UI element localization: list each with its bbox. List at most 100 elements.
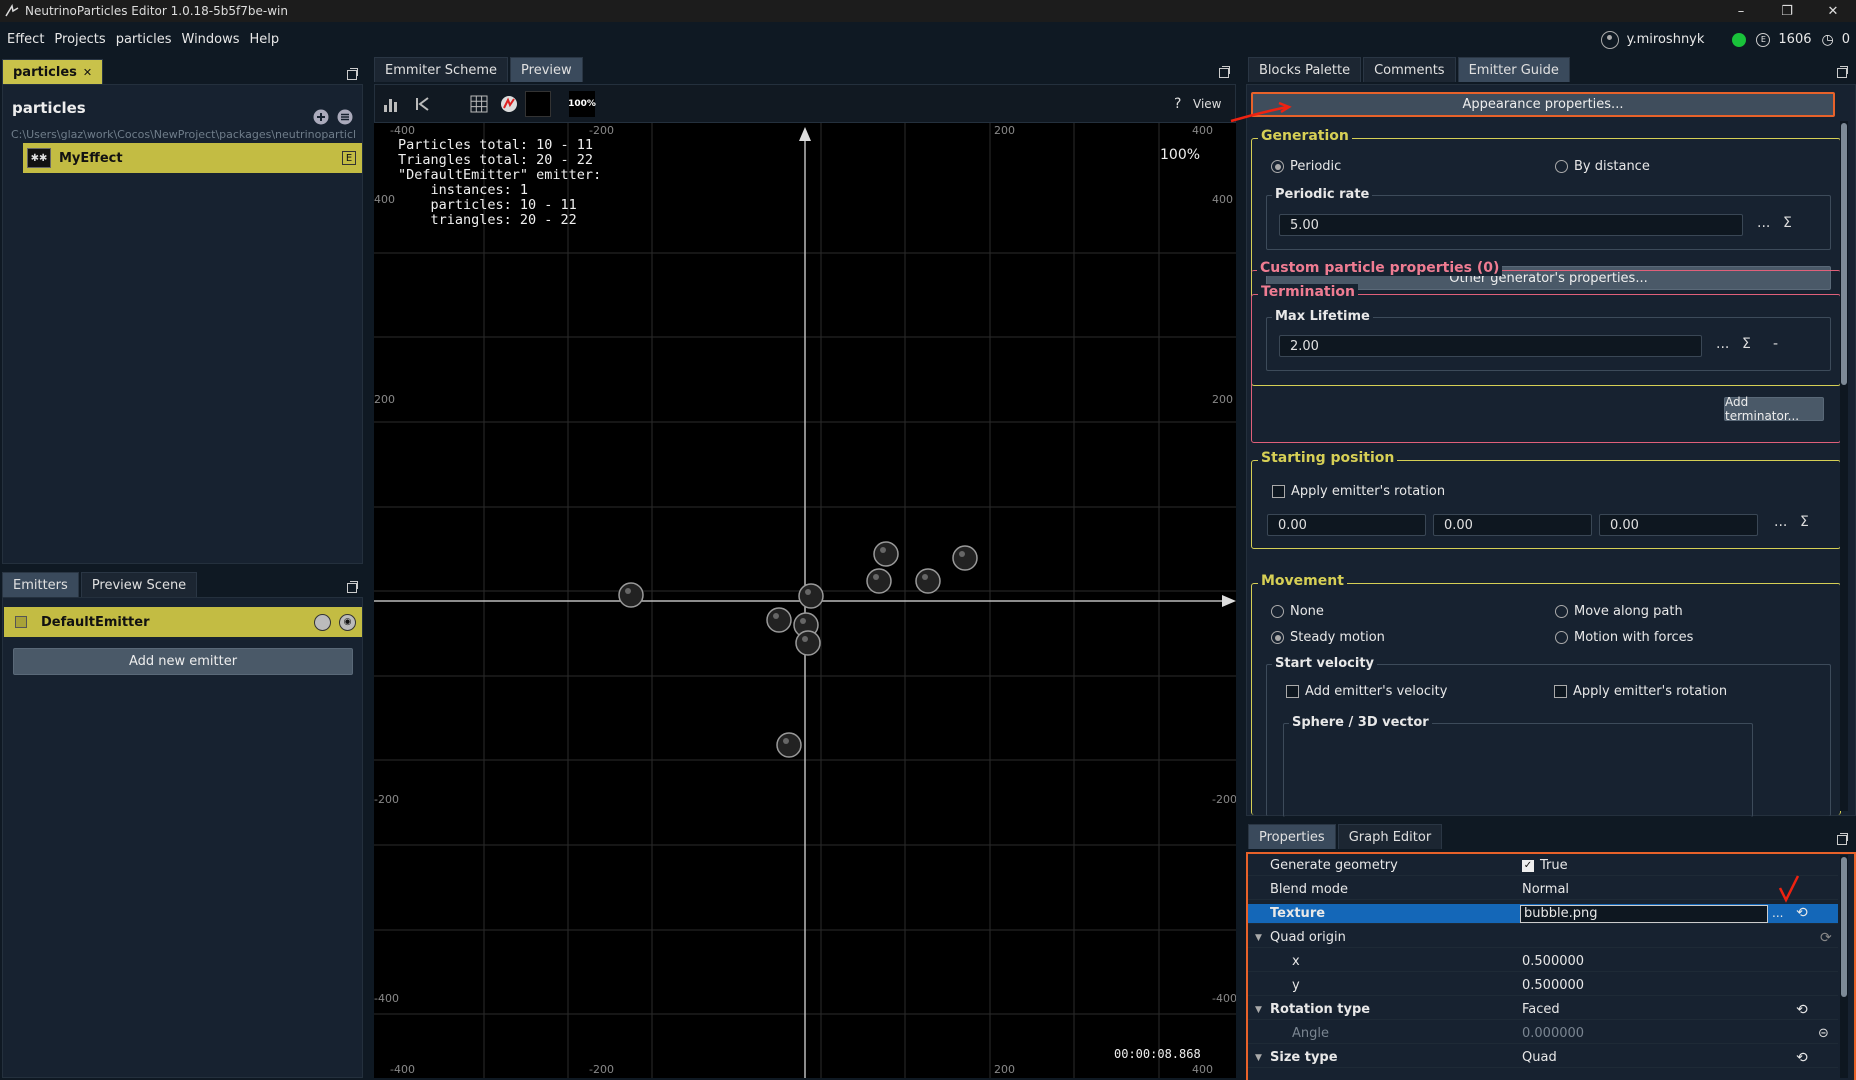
effect-row[interactable]: ✱✱ MyEffect E [23, 143, 362, 173]
properties-scrollbar[interactable] [1840, 855, 1848, 1078]
close-button[interactable]: ✕ [1810, 0, 1856, 22]
add-emitter-button[interactable]: Add new emitter [13, 648, 353, 675]
restart-icon[interactable] [409, 91, 435, 117]
properties-scrollbar-thumb[interactable] [1841, 857, 1847, 997]
tab-comments[interactable]: Comments [1363, 57, 1456, 82]
tab-properties[interactable]: Properties [1248, 824, 1336, 849]
tab-emitter-guide[interactable]: Emitter Guide [1457, 57, 1570, 82]
prop-row[interactable]: Blend mode Normal [1248, 880, 1838, 900]
tab-blocks-palette[interactable]: Blocks Palette [1248, 57, 1362, 82]
chevron-down-icon[interactable]: ▼ [1255, 1053, 1262, 1063]
start-x-input[interactable]: 0.00 [1267, 514, 1426, 536]
view-button[interactable]: View [1193, 97, 1221, 111]
float-panel-icon[interactable] [347, 581, 358, 593]
max-lifetime-input[interactable]: 2.00 [1279, 335, 1702, 357]
preview-viewport[interactable]: -400 -200 200 400 -400 -200 200 400 400 … [374, 123, 1236, 1078]
rate-sum-icon[interactable]: Σ [1783, 215, 1792, 231]
periodic-radio[interactable]: Periodic [1271, 159, 1341, 174]
menu-help[interactable]: Help [245, 22, 285, 57]
prop-value[interactable]: 0.000000 [1522, 1026, 1584, 1041]
menu-windows[interactable]: Windows [177, 22, 245, 57]
emitter-row[interactable]: DefaultEmitter ◉ [4, 607, 362, 637]
tab-emitters[interactable]: Emitters [2, 572, 79, 597]
prop-row[interactable]: Angle 0.000000 ⊝ [1248, 1024, 1838, 1044]
menu-icon[interactable] [337, 109, 353, 125]
prop-row[interactable]: x 0.500000 [1248, 952, 1838, 972]
project-path: C:\Users\glaz\work\Cocos\NewProject\pack… [11, 128, 356, 141]
emitter-checkbox[interactable] [15, 616, 27, 628]
reset-icon[interactable]: ⟲ [1796, 1002, 1808, 1018]
background-color-icon[interactable] [525, 91, 551, 117]
custom-properties-title[interactable]: Custom particle properties (0) [1257, 260, 1503, 276]
texture-input[interactable]: bubble.png [1520, 905, 1768, 923]
rate-more-button[interactable]: ... [1757, 215, 1770, 231]
reset-icon[interactable]: ⟳ [1820, 930, 1832, 946]
by-distance-radio[interactable]: By distance [1555, 159, 1650, 174]
prop-row[interactable]: ▼ Rotation type Faced ⟲ [1248, 1000, 1838, 1020]
menu-particles[interactable]: particles [111, 22, 177, 57]
float-panel-icon[interactable] [347, 68, 358, 80]
guide-scrollbar-thumb[interactable] [1841, 123, 1847, 385]
periodic-rate-input[interactable]: 5.00 [1279, 214, 1743, 236]
minimize-button[interactable]: – [1718, 0, 1764, 22]
prop-value[interactable]: Faced [1522, 1002, 1560, 1017]
none-radio[interactable]: None [1271, 604, 1324, 619]
float-panel-icon[interactable] [1837, 833, 1848, 845]
help-icon[interactable]: ? [1174, 96, 1181, 112]
user-name[interactable]: y.miroshnyk [1627, 32, 1705, 47]
start-sum-icon[interactable]: Σ [1800, 514, 1809, 530]
guide-scrollbar[interactable] [1840, 121, 1848, 811]
custom-properties-group[interactable]: Custom particle properties (0) [1251, 260, 1841, 276]
solo-icon[interactable] [314, 613, 331, 631]
lifetime-more-button[interactable]: ... [1716, 336, 1729, 352]
texture-browse-button[interactable]: ... [1772, 906, 1783, 920]
avatar-icon[interactable] [1600, 30, 1619, 49]
motion-with-forces-radio[interactable]: Motion with forces [1555, 630, 1693, 645]
prop-row[interactable]: ▼ Size type Quad ⟲ [1248, 1048, 1838, 1068]
texture-toggle-icon[interactable] [496, 91, 522, 117]
prop-value[interactable]: Quad [1522, 1050, 1557, 1065]
add-terminator-button[interactable]: Add terminator... [1724, 395, 1824, 423]
grid-icon[interactable] [466, 91, 492, 117]
prop-value[interactable]: 0.500000 [1522, 978, 1584, 993]
start-more-button[interactable]: ... [1774, 514, 1787, 530]
visibility-icon[interactable]: ◉ [339, 613, 356, 631]
menu-projects[interactable]: Projects [49, 22, 110, 57]
move-along-path-radio[interactable]: Move along path [1555, 604, 1683, 619]
float-panel-icon[interactable] [1219, 66, 1230, 78]
reset-icon[interactable]: ⟲ [1796, 905, 1808, 921]
prop-value[interactable]: 0.500000 [1522, 954, 1584, 969]
prop-row[interactable]: ▼ Quad origin ⟳ [1248, 928, 1838, 948]
tab-preview-scene[interactable]: Preview Scene [80, 572, 198, 597]
prop-row[interactable]: Generate geometry ✓ True [1248, 856, 1838, 876]
apply-rotation-checkbox[interactable]: Apply emitter's rotation [1272, 484, 1445, 499]
add-velocity-checkbox[interactable]: Add emitter's velocity [1286, 684, 1447, 699]
chevron-down-icon[interactable]: ▼ [1255, 1005, 1262, 1015]
chevron-down-icon[interactable]: ▼ [1255, 933, 1262, 943]
restore-button[interactable]: ❐ [1764, 0, 1810, 22]
link-icon[interactable]: ⊝ [1818, 1026, 1829, 1041]
apply-rotation-velocity-checkbox[interactable]: Apply emitter's rotation [1554, 684, 1727, 699]
tab-emitter-scheme[interactable]: Emmiter Scheme [374, 57, 509, 82]
start-z-input[interactable]: 0.00 [1599, 514, 1758, 536]
prop-row-selected[interactable]: Texture bubble.png ... ⟲ [1248, 904, 1838, 924]
zoom-reset-button[interactable]: 100% [568, 91, 596, 117]
lifetime-sum-icon[interactable]: Σ [1742, 336, 1751, 352]
tab-graph-editor[interactable]: Graph Editor [1337, 824, 1443, 849]
tab-particles[interactable]: particles ✕ [2, 59, 104, 84]
float-panel-icon[interactable] [1837, 66, 1848, 78]
steady-motion-radio[interactable]: Steady motion [1271, 630, 1385, 645]
prop-value[interactable]: ✓ True [1522, 858, 1568, 873]
stats-chart-icon[interactable] [379, 91, 405, 117]
tab-preview[interactable]: Preview [510, 57, 583, 82]
close-icon[interactable]: ✕ [83, 66, 92, 79]
prop-value[interactable]: Normal [1522, 882, 1569, 897]
add-icon[interactable] [313, 109, 329, 125]
checked-icon[interactable]: ✓ [1522, 859, 1534, 872]
lifetime-remove-button[interactable]: - [1773, 336, 1778, 352]
menu-effect[interactable]: Effect [0, 22, 49, 57]
start-y-input[interactable]: 0.00 [1433, 514, 1592, 536]
reset-icon[interactable]: ⟲ [1796, 1050, 1808, 1066]
prop-row[interactable]: y 0.500000 [1248, 976, 1838, 996]
appearance-properties-button[interactable]: Appearance properties... [1251, 92, 1835, 117]
